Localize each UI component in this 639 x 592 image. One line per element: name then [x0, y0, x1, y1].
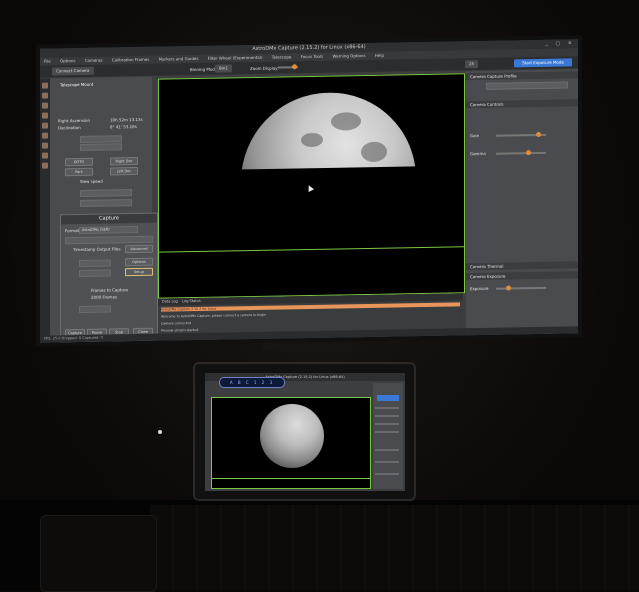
target-row[interactable]	[65, 235, 153, 245]
section-camera-controls[interactable]: Camera Controls	[466, 99, 578, 109]
status-led	[158, 430, 162, 434]
exposure-slider[interactable]	[496, 285, 546, 291]
goto-button[interactable]: GOTO	[65, 157, 93, 167]
record-icon[interactable]	[42, 162, 48, 169]
limit-select[interactable]	[79, 259, 111, 268]
gamma-label: Gamma	[470, 150, 486, 157]
frame-count-input[interactable]	[79, 305, 111, 314]
tablet-roi-line	[212, 478, 370, 479]
settings-icon[interactable]	[42, 132, 48, 139]
frames-value: 2000 Frames	[91, 294, 117, 300]
connect-camera-button[interactable]: Connect Camera	[52, 66, 94, 76]
slew-speed-label: Slew speed	[80, 178, 103, 184]
menu-focus[interactable]: Focus Tools	[301, 54, 324, 59]
section-capture-profile[interactable]: Camera Capture Profile	[466, 71, 578, 81]
log-line: Welcome to AstroDMx Capture, please conn…	[161, 312, 267, 319]
start-exposure-button[interactable]: Start Exposure Mode	[514, 58, 572, 68]
capture-window: Capture Format: AstroDMx (SER) Timestamp…	[60, 212, 158, 343]
tablet-control-row[interactable]	[375, 423, 399, 425]
advanced-button[interactable]: Advanced	[125, 244, 153, 254]
tablet-control-row[interactable]	[375, 461, 399, 463]
zoom-slider[interactable]	[278, 64, 298, 70]
keyboard	[150, 505, 639, 590]
ra-value: 10h 52m 13.13s	[110, 116, 143, 123]
mode-select[interactable]	[79, 269, 111, 278]
tablet-start-button[interactable]	[377, 395, 399, 401]
tablet: AstroDMx Capture (2.15.2) for Linux (x86…	[193, 362, 416, 501]
mare-dark-patch	[301, 133, 323, 147]
tablet-control-row[interactable]	[375, 407, 399, 409]
frames-label: Frames to Capture	[91, 287, 129, 293]
crosshair-icon[interactable]	[42, 102, 48, 109]
tab-data-log[interactable]: Data Log	[162, 299, 178, 303]
left-dec-button[interactable]: Left Dec	[110, 166, 138, 176]
dec-value: 8° 41' 53.18s	[110, 124, 137, 130]
menu-markers[interactable]: Markers and Guides	[159, 56, 199, 62]
monitor: AstroDMx Capture (2.15.2) for Linux (x86…	[36, 35, 582, 347]
dec-label: Declination	[58, 124, 81, 131]
timestamp-checkbox[interactable]: Timestamp Output Files	[73, 246, 121, 252]
tablet-preview-area[interactable]	[211, 397, 371, 489]
camera-icon[interactable]	[42, 82, 48, 89]
section-camera-exposure[interactable]: Camera Exposure	[466, 271, 578, 281]
tablet-controls-panel	[373, 383, 403, 489]
menu-file[interactable]: File	[44, 59, 51, 64]
preview-area[interactable]	[158, 73, 465, 299]
format-select[interactable]: AstroDMx (SER)	[79, 225, 138, 235]
slew-speed-select[interactable]	[80, 189, 132, 197]
tablet-control-row[interactable]	[375, 449, 399, 451]
ra-input[interactable]	[80, 135, 122, 143]
onscreen-keyboard-toggle[interactable]: A B C 1 2 3	[219, 377, 285, 388]
mare-dark-patch	[331, 112, 361, 131]
focus-icon[interactable]	[42, 112, 48, 119]
section-camera-thermal[interactable]: Camera Thermal	[466, 261, 578, 271]
filter-icon[interactable]	[42, 152, 48, 159]
zoom-label: Zoom Display:	[250, 65, 279, 72]
grid-icon[interactable]	[42, 122, 48, 129]
moon-image	[241, 91, 416, 269]
menu-options[interactable]: Options	[60, 58, 75, 63]
capture-app-window: AstroDMx Capture (2.15.2) for Linux (x86…	[40, 39, 578, 343]
camera-controls-panel: Camera Capture Profile Camera Controls G…	[466, 69, 578, 337]
tablet-control-row[interactable]	[375, 431, 399, 433]
tab-log-status[interactable]: Log Status	[182, 299, 201, 303]
options-button[interactable]: Options	[125, 257, 153, 267]
fps-field[interactable]: 25	[465, 60, 479, 69]
right-dec-button[interactable]: Right Dec	[110, 156, 138, 166]
menu-help[interactable]: Help	[375, 53, 384, 58]
tool-icon-strip	[40, 78, 50, 343]
tablet-screen: AstroDMx Capture (2.15.2) for Linux (x86…	[205, 373, 405, 491]
ra-label: Right Ascension	[58, 117, 90, 124]
exposure-label: Exposure	[470, 285, 489, 292]
moon-image-small	[260, 404, 324, 468]
menu-cameras[interactable]: Cameras	[85, 58, 103, 63]
histogram-icon[interactable]	[42, 92, 48, 99]
binning-select[interactable]: Bin1	[215, 64, 232, 73]
tablet-control-row[interactable]	[375, 473, 399, 475]
menu-filter-wheel[interactable]: Filter Wheel (Experimental)	[208, 55, 263, 61]
gamma-slider[interactable]	[496, 150, 546, 156]
mouse-cursor	[306, 183, 314, 192]
park-button[interactable]: Park	[65, 167, 93, 177]
mare-dark-patch	[361, 142, 387, 162]
telescope-icon[interactable]	[42, 142, 48, 149]
gain-label: Gain	[470, 133, 480, 139]
monitor-stand	[262, 342, 352, 350]
mount-title: Telescope Mount	[60, 81, 94, 88]
setup-button[interactable]: Setup	[125, 267, 153, 277]
menu-calibration[interactable]: Calibration Frames	[112, 57, 150, 63]
capture-window-title: Capture	[61, 213, 157, 225]
gain-slider[interactable]	[496, 131, 546, 138]
log-line: Preview stream started	[161, 327, 199, 333]
dark-device	[40, 515, 157, 592]
profile-select[interactable]	[486, 81, 568, 90]
roi-line	[159, 246, 464, 253]
log-line: Camera connected	[161, 321, 192, 326]
menu-telescope[interactable]: Telescope	[272, 54, 292, 59]
update-rate-select[interactable]	[80, 199, 132, 207]
menu-warning[interactable]: Warning Options	[332, 53, 365, 59]
dec-input[interactable]	[80, 143, 122, 151]
tablet-control-row[interactable]	[375, 415, 399, 417]
